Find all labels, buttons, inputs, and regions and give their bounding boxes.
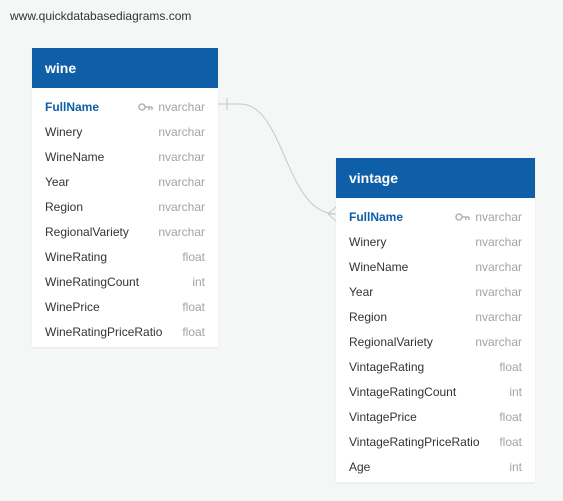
column-name: Year	[349, 284, 374, 299]
column-row[interactable]: Winery nvarchar	[336, 229, 535, 254]
column-type-cell: nvarchar	[158, 175, 205, 189]
column-row[interactable]: VintageRating float	[336, 354, 535, 379]
column-row[interactable]: VintageRatingPriceRatio float	[336, 429, 535, 454]
column-type-cell: nvarchar	[158, 200, 205, 214]
column-name: WineName	[349, 259, 409, 274]
column-type: int	[509, 459, 522, 474]
column-type: nvarchar	[158, 124, 205, 139]
table-header[interactable]: wine	[32, 48, 218, 88]
column-type-cell: int	[509, 385, 522, 399]
column-name: Region	[349, 309, 388, 324]
column-type: nvarchar	[158, 99, 205, 114]
column-name: Region	[45, 199, 84, 214]
column-type: float	[182, 299, 205, 314]
column-type-cell: nvarchar	[138, 100, 205, 114]
column-row[interactable]: WinePrice float	[32, 294, 218, 319]
column-type: nvarchar	[158, 224, 205, 239]
column-type: int	[192, 274, 205, 289]
column-row[interactable]: WineName nvarchar	[32, 144, 218, 169]
table-columns: FullName nvarchar Winery nvarchar WineName nv…	[32, 88, 218, 344]
column-type: float	[499, 409, 522, 424]
key-icon	[138, 102, 154, 111]
column-type-cell: float	[499, 360, 522, 374]
column-name: WineRating	[45, 249, 108, 264]
column-name: VintageRatingCount	[349, 384, 457, 399]
column-row[interactable]: WineRatingCount int	[32, 269, 218, 294]
column-name: Age	[349, 459, 371, 474]
column-row[interactable]: VintagePrice float	[336, 404, 535, 429]
column-row[interactable]: WineName nvarchar	[336, 254, 535, 279]
column-type-cell: float	[182, 300, 205, 314]
column-type-cell: nvarchar	[475, 335, 522, 349]
column-type: nvarchar	[475, 234, 522, 249]
column-name: VintageRatingPriceRatio	[349, 434, 480, 449]
column-type-cell: nvarchar	[455, 210, 522, 224]
column-type-cell: nvarchar	[475, 310, 522, 324]
column-row[interactable]: Region nvarchar	[336, 304, 535, 329]
column-name: Winery	[45, 124, 83, 139]
column-row[interactable]: WineRatingPriceRatio float	[32, 319, 218, 344]
column-type: nvarchar	[158, 199, 205, 214]
table-vintage[interactable]: vintage FullName nvarchar Winery nvarchar Wi…	[336, 158, 535, 482]
column-type-cell: nvarchar	[475, 285, 522, 299]
column-row[interactable]: FullName nvarchar	[32, 94, 218, 119]
column-type: nvarchar	[475, 309, 522, 324]
column-row[interactable]: Age int	[336, 454, 535, 479]
column-type-cell: nvarchar	[475, 235, 522, 249]
column-row[interactable]: Region nvarchar	[32, 194, 218, 219]
column-row[interactable]: Year nvarchar	[336, 279, 535, 304]
column-row[interactable]: Year nvarchar	[32, 169, 218, 194]
column-name: Winery	[349, 234, 387, 249]
crows-foot-marker	[327, 206, 337, 222]
column-type: nvarchar	[158, 149, 205, 164]
column-type-cell: int	[509, 460, 522, 474]
column-name: VintagePrice	[349, 409, 417, 424]
column-row[interactable]: RegionalVariety nvarchar	[336, 329, 535, 354]
primary-key-column-name: FullName	[349, 209, 404, 224]
column-type: nvarchar	[475, 259, 522, 274]
column-name: Year	[45, 174, 70, 189]
column-type: int	[509, 384, 522, 399]
column-type-cell: float	[182, 325, 205, 339]
column-type: float	[499, 434, 522, 449]
column-name: WineRatingCount	[45, 274, 140, 289]
column-type: float	[182, 249, 205, 264]
column-type: float	[499, 359, 522, 374]
column-type-cell: nvarchar	[475, 260, 522, 274]
column-row[interactable]: VintageRatingCount int	[336, 379, 535, 404]
table-header[interactable]: vintage	[336, 158, 535, 198]
key-icon	[455, 212, 471, 221]
column-row[interactable]: FullName nvarchar	[336, 204, 535, 229]
column-type-cell: nvarchar	[158, 150, 205, 164]
column-name: VintageRating	[349, 359, 425, 374]
column-name: WineName	[45, 149, 105, 164]
column-type-cell: float	[499, 435, 522, 449]
column-type: nvarchar	[475, 284, 522, 299]
column-type-cell: float	[499, 410, 522, 424]
column-type: float	[182, 324, 205, 339]
column-name: RegionalVariety	[349, 334, 433, 349]
table-wine[interactable]: wine FullName nvarchar Winery nvarchar WineN…	[32, 48, 218, 347]
column-row[interactable]: RegionalVariety nvarchar	[32, 219, 218, 244]
table-columns: FullName nvarchar Winery nvarchar WineName nv…	[336, 198, 535, 479]
column-name: WinePrice	[45, 299, 100, 314]
column-type: nvarchar	[475, 334, 522, 349]
column-type-cell: float	[182, 250, 205, 264]
column-type-cell: int	[192, 275, 205, 289]
relationship-line	[218, 103, 337, 215]
column-type: nvarchar	[475, 209, 522, 224]
column-row[interactable]: WineRating float	[32, 244, 218, 269]
column-type-cell: nvarchar	[158, 225, 205, 239]
column-type-cell: nvarchar	[158, 125, 205, 139]
primary-key-column-name: FullName	[45, 99, 100, 114]
column-type: nvarchar	[158, 174, 205, 189]
column-row[interactable]: Winery nvarchar	[32, 119, 218, 144]
column-name: WineRatingPriceRatio	[45, 324, 163, 339]
column-name: RegionalVariety	[45, 224, 129, 239]
